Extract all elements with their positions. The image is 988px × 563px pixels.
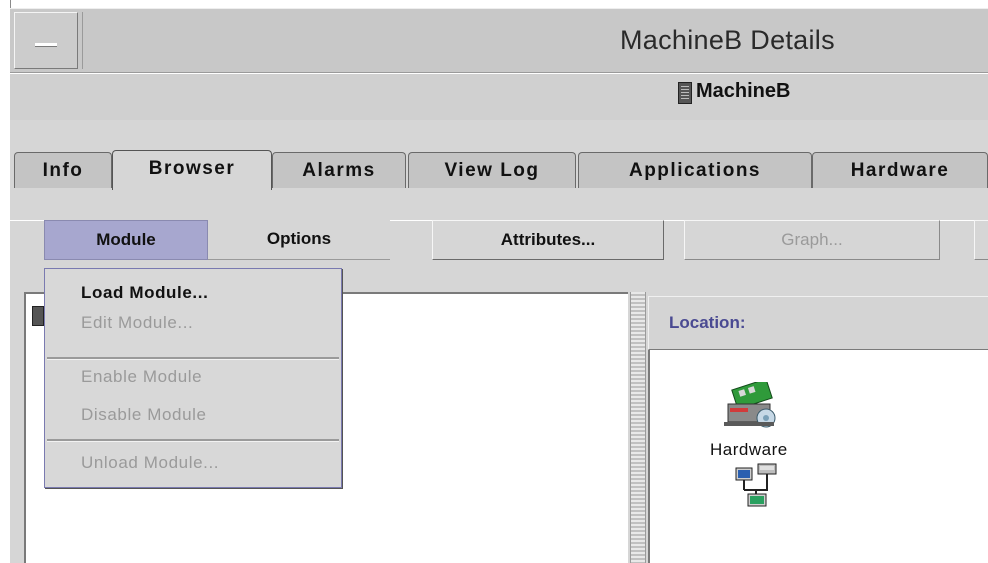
details-view[interactable]: Hardware xyxy=(648,350,988,563)
tab-view-log[interactable]: View Log xyxy=(408,152,576,188)
module-dropdown-menu: Load Module... Edit Module... Enable Mod… xyxy=(44,268,342,488)
tab-applications[interactable]: Applications xyxy=(578,152,812,188)
menu-separator xyxy=(47,439,339,442)
load-module-item[interactable]: Load Module... xyxy=(81,283,208,303)
title-separator xyxy=(82,12,83,69)
tab-label: Hardware xyxy=(850,160,950,181)
title-bar[interactable]: MachineB Details xyxy=(10,8,988,73)
tab-info[interactable]: Info xyxy=(14,152,112,188)
edit-module-item[interactable]: Edit Module... xyxy=(81,313,193,333)
location-bar: Location: xyxy=(648,296,988,350)
tab-label: Alarms xyxy=(302,160,376,181)
tab-label: View Log xyxy=(444,160,540,181)
more-toolbar-button[interactable] xyxy=(974,220,988,260)
tab-bar: Info Browser Alarms View Log Application… xyxy=(10,150,988,221)
host-bar: MachineB xyxy=(10,73,988,121)
attributes-button[interactable]: Attributes... xyxy=(432,220,664,260)
menu-separator xyxy=(47,357,339,360)
tab-hardware[interactable]: Hardware xyxy=(812,152,988,188)
pane-splitter[interactable] xyxy=(630,292,646,563)
server-icon[interactable] xyxy=(32,306,44,326)
options-menu-button[interactable]: Options xyxy=(208,220,390,260)
host-name: MachineB xyxy=(696,80,791,102)
tab-label: Info xyxy=(42,160,84,181)
window-title: MachineB Details xyxy=(620,25,835,55)
tab-alarms[interactable]: Alarms xyxy=(272,152,406,188)
network-icon[interactable] xyxy=(734,462,782,510)
hardware-label[interactable]: Hardware xyxy=(710,440,788,460)
window-menu-button[interactable] xyxy=(14,12,78,69)
location-label: Location: xyxy=(669,313,746,332)
disable-module-item[interactable]: Disable Module xyxy=(81,405,207,425)
tab-browser[interactable]: Browser xyxy=(112,150,272,190)
graph-button[interactable]: Graph... xyxy=(684,220,940,260)
enable-module-item[interactable]: Enable Module xyxy=(81,367,202,387)
server-icon xyxy=(678,82,692,104)
details-window: MachineB Details MachineB Info Browser A… xyxy=(0,0,988,563)
module-menu-button[interactable]: Module xyxy=(44,220,208,260)
tab-label: Applications xyxy=(628,160,761,181)
tab-label: Browser xyxy=(148,158,236,179)
hardware-icon[interactable] xyxy=(720,382,784,430)
unload-module-item[interactable]: Unload Module... xyxy=(81,453,219,473)
window-menu-icon xyxy=(35,43,57,47)
